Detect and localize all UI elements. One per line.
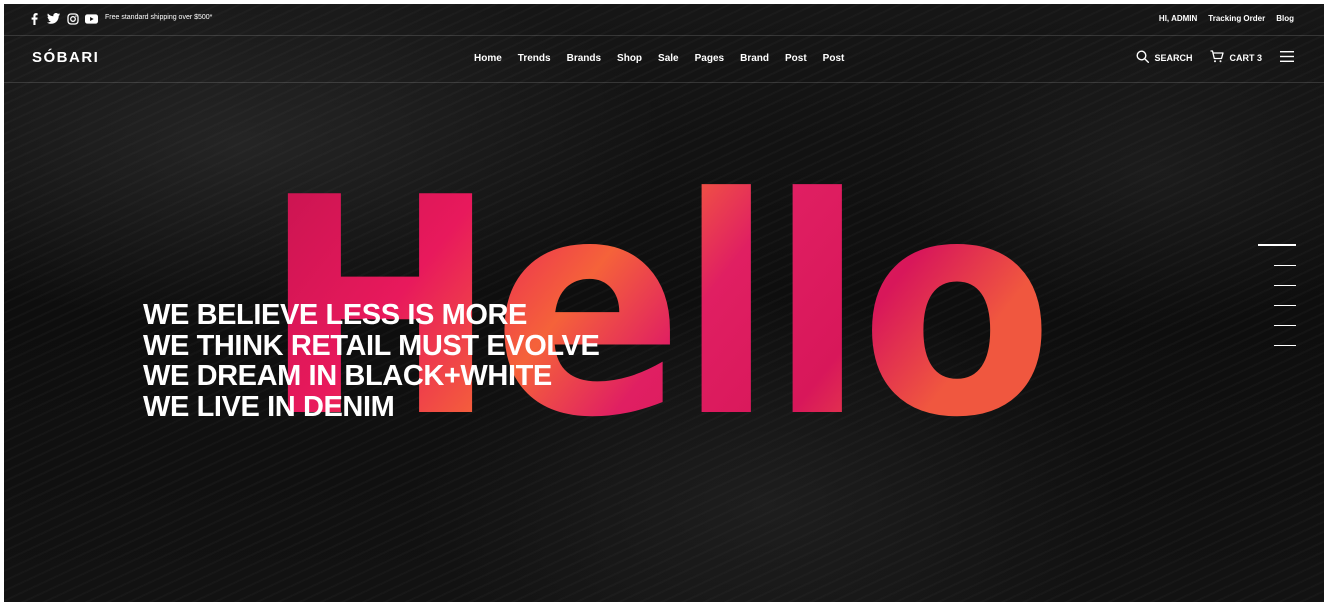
- hamburger-menu-icon[interactable]: [1280, 51, 1294, 64]
- slider-dot-1[interactable]: [1258, 244, 1296, 246]
- search-icon: [1136, 50, 1150, 65]
- social-links: [28, 12, 98, 25]
- menu-item-trends[interactable]: Trends: [518, 53, 551, 64]
- search-button[interactable]: SEARCH: [1136, 50, 1192, 65]
- youtube-icon[interactable]: [85, 12, 98, 25]
- slider-dot-3[interactable]: [1274, 285, 1296, 286]
- slider-pagination: [1258, 244, 1296, 346]
- menu-item-brand[interactable]: Brand: [740, 53, 769, 64]
- instagram-icon[interactable]: [66, 12, 79, 25]
- menu-item-brands[interactable]: Brands: [567, 53, 601, 64]
- menu-item-post-2[interactable]: Post: [823, 53, 845, 64]
- top-links: HI, ADMIN Tracking Order Blog: [1159, 14, 1294, 23]
- top-bar: Free standard shipping over $500* HI, AD…: [4, 4, 1324, 36]
- facebook-icon[interactable]: [28, 12, 41, 25]
- shipping-notice: Free standard shipping over $500*: [105, 14, 213, 21]
- hero-line: WE LIVE IN DENIM: [143, 390, 395, 423]
- header-actions: SEARCH CART 3: [1136, 50, 1294, 65]
- menu-item-home[interactable]: Home: [474, 53, 502, 64]
- site-logo[interactable]: SÓBARI: [32, 49, 99, 66]
- slider-dot-2[interactable]: [1274, 265, 1296, 266]
- cart-button[interactable]: CART 3: [1210, 50, 1262, 65]
- main-header: SÓBARI Home Trends Brands Shop Sale Page…: [4, 36, 1324, 83]
- slider-dot-6[interactable]: [1274, 345, 1296, 346]
- hero-line: WE THINK RETAIL MUST EVOLVE: [143, 329, 600, 362]
- slider-dot-5[interactable]: [1274, 325, 1296, 326]
- blog-link[interactable]: Blog: [1276, 14, 1294, 23]
- hero-taglines: WE BELIEVE LESS IS MORE WE THINK RETAIL …: [143, 299, 600, 423]
- search-label: SEARCH: [1154, 52, 1193, 63]
- main-menu: Home Trends Brands Shop Sale Pages Brand…: [474, 53, 844, 64]
- twitter-icon[interactable]: [47, 12, 60, 25]
- hero-line: WE DREAM IN BLACK+WHITE: [143, 360, 552, 392]
- slider-dot-4[interactable]: [1274, 305, 1296, 306]
- menu-item-shop[interactable]: Shop: [617, 53, 642, 64]
- cart-label: CART 3: [1229, 52, 1262, 63]
- page-frame: Free standard shipping over $500* HI, AD…: [4, 4, 1324, 602]
- tracking-order-link[interactable]: Tracking Order: [1208, 14, 1265, 23]
- hero-line: WE BELIEVE LESS IS MORE: [143, 299, 527, 331]
- menu-item-pages[interactable]: Pages: [695, 53, 724, 64]
- account-link[interactable]: HI, ADMIN: [1159, 14, 1197, 23]
- menu-item-sale[interactable]: Sale: [658, 53, 679, 64]
- menu-item-post[interactable]: Post: [785, 53, 807, 64]
- cart-icon: [1210, 50, 1225, 65]
